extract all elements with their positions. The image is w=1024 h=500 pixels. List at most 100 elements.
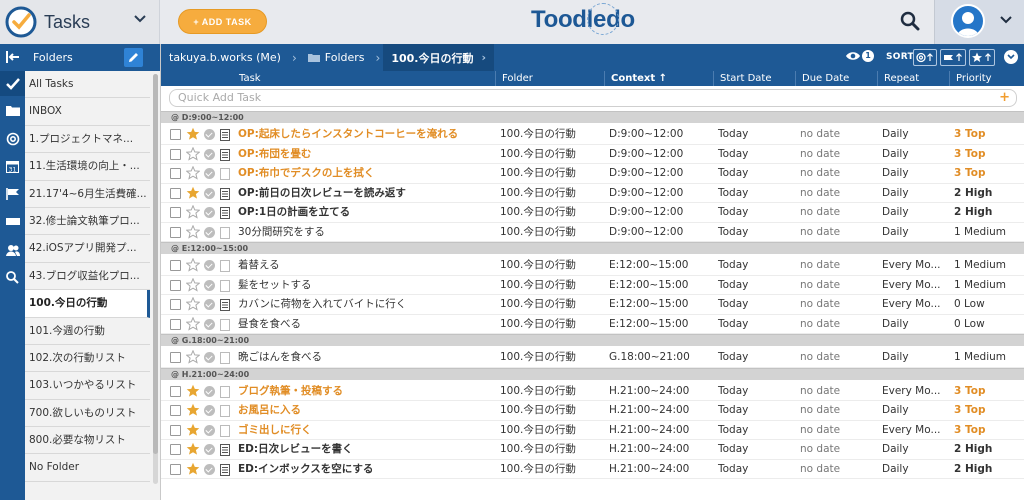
task-row[interactable]: OP:起床したらインスタントコーヒーを淹れる 100.今日の行動 D:9:00~12… bbox=[161, 125, 1024, 145]
column-folder[interactable]: Folder bbox=[495, 71, 604, 86]
complete-check-icon[interactable] bbox=[204, 168, 215, 179]
task-folder[interactable]: 100.今日の行動 bbox=[500, 421, 576, 441]
star-icon[interactable] bbox=[186, 224, 200, 239]
task-select-checkbox[interactable] bbox=[170, 405, 181, 416]
task-row[interactable]: 昼食を食べる 100.今日の行動 E:12:00~15:00 Today no date… bbox=[161, 315, 1024, 335]
task-context[interactable]: D:9:00~12:00 bbox=[609, 223, 683, 243]
task-priority[interactable]: 3 Top bbox=[954, 401, 985, 421]
star-icon[interactable] bbox=[186, 442, 200, 456]
task-folder[interactable]: 100.今日の行動 bbox=[500, 256, 576, 276]
task-name[interactable]: OP:布巾でデスクの上を拭く bbox=[238, 164, 374, 184]
star-icon[interactable] bbox=[186, 423, 200, 437]
task-due-date[interactable]: no date bbox=[800, 256, 840, 276]
column-repeat[interactable]: Repeat bbox=[877, 71, 949, 86]
column-priority[interactable]: Priority bbox=[949, 71, 1024, 86]
avatar[interactable] bbox=[951, 4, 985, 38]
task-name[interactable]: 髪をセットする bbox=[238, 276, 312, 296]
breadcrumb-current[interactable]: 100.今日の行動 › bbox=[383, 44, 495, 71]
task-start-date[interactable]: Today bbox=[718, 276, 748, 296]
task-due-date[interactable]: no date bbox=[800, 145, 840, 165]
star-icon[interactable] bbox=[186, 316, 200, 331]
task-row[interactable]: お風呂に入る 100.今日の行動 H.21:00~24:00 Today no date… bbox=[161, 401, 1024, 421]
folder-item-no-folder[interactable]: No Folder bbox=[25, 454, 150, 482]
task-context[interactable]: E:12:00~15:00 bbox=[609, 315, 689, 335]
task-repeat[interactable]: Daily bbox=[882, 440, 909, 460]
column-start-date[interactable]: Start Date bbox=[713, 71, 795, 86]
task-folder[interactable]: 100.今日の行動 bbox=[500, 164, 576, 184]
task-row[interactable]: 着替える 100.今日の行動 E:12:00~15:00 Today no date Ev… bbox=[161, 256, 1024, 276]
task-due-date[interactable]: no date bbox=[800, 125, 840, 145]
task-select-checkbox[interactable] bbox=[170, 463, 181, 475]
task-name[interactable]: OP:起床したらインスタントコーヒーを淹れる bbox=[238, 125, 458, 145]
star-icon[interactable] bbox=[186, 403, 200, 417]
task-start-date[interactable]: Today bbox=[718, 348, 748, 368]
column-due-date[interactable]: Due Date bbox=[795, 71, 877, 86]
chevron-down-icon[interactable] bbox=[1004, 50, 1018, 64]
task-repeat[interactable]: Every Mo... bbox=[882, 382, 941, 402]
task-row[interactable]: 髪をセットする 100.今日の行動 E:12:00~15:00 Today no dat… bbox=[161, 276, 1024, 296]
note-icon[interactable] bbox=[220, 463, 230, 476]
search-icon[interactable] bbox=[900, 11, 920, 31]
task-start-date[interactable]: Today bbox=[718, 203, 748, 223]
task-row[interactable]: OP:1日の計画を立てる 100.今日の行動 D:9:00~12:00 Today no… bbox=[161, 203, 1024, 223]
task-context[interactable]: E:12:00~15:00 bbox=[609, 295, 689, 315]
folder-item-inbox[interactable]: INBOX bbox=[25, 98, 150, 126]
task-repeat[interactable]: Daily bbox=[882, 164, 909, 184]
task-row[interactable]: ゴミ出しに行く 100.今日の行動 H.21:00~24:00 Today no dat… bbox=[161, 421, 1024, 441]
folder-item[interactable]: 102.次の行動リスト bbox=[25, 345, 150, 373]
complete-check-icon[interactable] bbox=[204, 352, 215, 363]
task-start-date[interactable]: Today bbox=[718, 382, 748, 402]
folder-item[interactable]: 32.修士論文執筆プロ... bbox=[25, 208, 150, 236]
task-priority[interactable]: 2 High bbox=[954, 460, 992, 480]
complete-check-icon[interactable] bbox=[204, 299, 215, 310]
task-due-date[interactable]: no date bbox=[800, 295, 840, 315]
task-folder[interactable]: 100.今日の行動 bbox=[500, 348, 576, 368]
task-due-date[interactable]: no date bbox=[800, 421, 840, 441]
star-icon[interactable] bbox=[186, 127, 200, 141]
folder-item[interactable]: 43.ブログ収益化プロ... bbox=[25, 263, 150, 291]
task-start-date[interactable]: Today bbox=[718, 295, 748, 315]
task-name[interactable]: お風呂に入る bbox=[238, 401, 301, 421]
star-icon[interactable] bbox=[186, 277, 200, 292]
task-start-date[interactable]: Today bbox=[718, 145, 748, 165]
task-repeat[interactable]: Daily bbox=[882, 401, 909, 421]
edit-pencil-icon[interactable] bbox=[124, 48, 143, 67]
task-select-checkbox[interactable] bbox=[170, 385, 181, 397]
quick-add-input[interactable]: Quick Add Task + bbox=[169, 89, 1017, 107]
task-select-checkbox[interactable] bbox=[170, 187, 181, 199]
complete-check-icon[interactable] bbox=[204, 444, 215, 455]
task-context[interactable]: D:9:00~12:00 bbox=[609, 203, 683, 223]
chevron-down-icon[interactable] bbox=[999, 15, 1013, 25]
column-context[interactable]: Context ↑ bbox=[604, 71, 713, 86]
task-select-checkbox[interactable] bbox=[170, 352, 181, 363]
task-folder[interactable]: 100.今日の行動 bbox=[500, 125, 576, 145]
task-context[interactable]: E:12:00~15:00 bbox=[609, 256, 689, 276]
folder-item[interactable]: 21.17'4~6月生活費確... bbox=[25, 181, 150, 208]
task-name[interactable]: 昼食を食べる bbox=[238, 315, 301, 335]
sort-star-button[interactable] bbox=[969, 49, 995, 66]
complete-check-icon[interactable] bbox=[204, 279, 215, 291]
task-row[interactable]: ED:インボックスを空にする 100.今日の行動 H.21:00~24:00 Toda… bbox=[161, 460, 1024, 480]
task-due-date[interactable]: no date bbox=[800, 315, 840, 335]
task-context[interactable]: D:9:00~12:00 bbox=[609, 145, 683, 165]
star-icon[interactable] bbox=[186, 186, 200, 200]
task-priority[interactable]: 0 Low bbox=[954, 295, 985, 315]
goals-icon[interactable] bbox=[0, 208, 25, 233]
folder-item[interactable]: 1.プロジェクトマネ... bbox=[25, 126, 150, 154]
star-icon[interactable] bbox=[186, 384, 200, 398]
note-icon[interactable] bbox=[220, 405, 230, 417]
task-folder[interactable]: 100.今日の行動 bbox=[500, 382, 576, 402]
task-priority[interactable]: 2 High bbox=[954, 184, 992, 204]
column-task[interactable]: Task bbox=[233, 71, 261, 86]
task-priority[interactable]: 3 Top bbox=[954, 125, 985, 145]
complete-check-icon[interactable] bbox=[204, 424, 215, 436]
task-name[interactable]: 30分間研究をする bbox=[238, 223, 325, 243]
task-priority[interactable]: 1 Medium bbox=[954, 348, 1006, 368]
task-row[interactable]: 晩ごはんを食べる 100.今日の行動 G.18:00~21:00 Today no da… bbox=[161, 348, 1024, 368]
context-at-icon[interactable] bbox=[0, 126, 25, 151]
note-icon[interactable] bbox=[220, 187, 230, 200]
task-context[interactable]: D:9:00~12:00 bbox=[609, 125, 683, 145]
complete-check-icon[interactable] bbox=[204, 318, 215, 330]
task-repeat[interactable]: Every Mo... bbox=[882, 256, 941, 276]
task-priority[interactable]: 3 Top bbox=[954, 421, 985, 441]
